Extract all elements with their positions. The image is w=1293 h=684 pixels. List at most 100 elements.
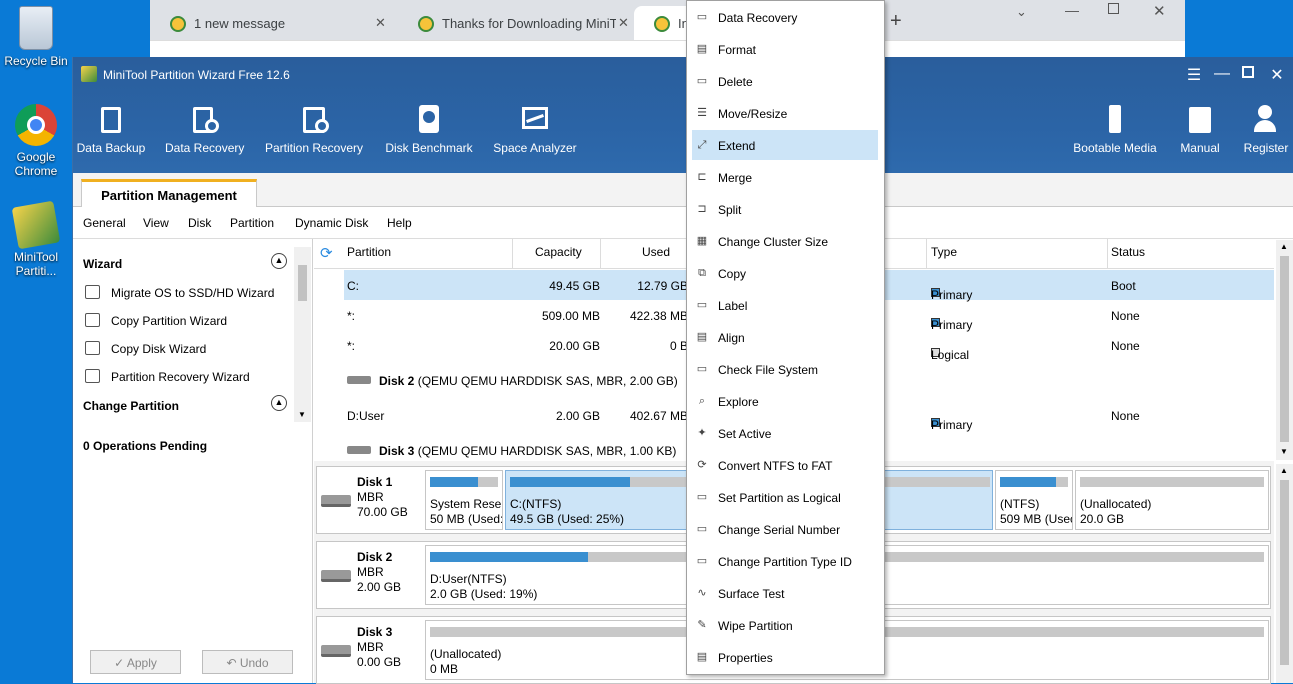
apply-button[interactable]: ✓ Apply <box>90 650 181 674</box>
partition-text: System Reser 50 MB (Used: <box>430 497 503 527</box>
menu-item-move-resize[interactable]: ☰ Move/Resize <box>692 98 878 128</box>
new-tab-button[interactable]: + <box>890 10 902 33</box>
tab-title: 1 new message <box>194 16 286 31</box>
menu-item-copy[interactable]: ⧉ Copy <box>692 258 878 288</box>
chevron-down-icon[interactable]: ⌄ <box>1016 4 1027 20</box>
menu-item-change-partition-type-id[interactable]: ▭ Change Partition Type ID <box>692 546 878 576</box>
menu-item-convert-ntfs-to-fat[interactable]: ⟳ Convert NTFS to FAT <box>692 450 878 480</box>
close-icon[interactable]: ✕ <box>1265 65 1289 85</box>
close-icon[interactable]: ✕ <box>375 15 386 31</box>
disk-info: Disk 1 MBR 70.00 GB <box>357 475 408 520</box>
scrollbar-thumb[interactable] <box>298 265 307 301</box>
scroll-up-icon[interactable]: ▲ <box>1280 242 1288 251</box>
menu-icon[interactable]: ☰ <box>1182 65 1206 85</box>
wizard-item-partition-recovery[interactable]: Partition Recovery Wizard <box>85 369 250 384</box>
scroll-up-icon[interactable]: ▲ <box>1280 466 1288 475</box>
browser-tab[interactable]: Thanks for Downloading MiniToo ✕ <box>398 6 636 40</box>
menu-item-set-partition-as-logical[interactable]: ▭ Set Partition as Logical <box>692 482 878 512</box>
wizard-item-migrate-os[interactable]: Migrate OS to SSD/HD Wizard <box>85 285 274 300</box>
partition-block[interactable]: (Unallocated) 20.0 GB <box>1075 470 1269 530</box>
column-header-partition[interactable]: Partition <box>347 245 391 259</box>
maximize-icon[interactable] <box>1108 3 1119 14</box>
partition-recovery-button[interactable]: Partition Recovery <box>264 105 364 155</box>
column-header-capacity[interactable]: Capacity <box>535 245 582 259</box>
menu-item-check-file-system[interactable]: ▭ Check File System <box>692 354 878 384</box>
manual-button[interactable]: Manual <box>1175 105 1225 155</box>
data-recovery-button[interactable]: Data Recovery <box>165 105 244 155</box>
cell-status: None <box>1111 309 1140 323</box>
tab-partition-management[interactable]: Partition Management <box>81 179 257 208</box>
close-icon[interactable]: ✕ <box>616 15 631 31</box>
collapse-icon[interactable]: ▲ <box>271 253 287 269</box>
bootable-media-button[interactable]: Bootable Media <box>1071 105 1159 155</box>
menu-item-extend[interactable]: ⤢ Extend <box>692 130 878 160</box>
usage-bar <box>1000 477 1068 487</box>
scrollbar-thumb[interactable] <box>1280 256 1289 442</box>
refresh-icon[interactable]: ⟳ <box>320 244 333 262</box>
wizard-item-copy-partition[interactable]: Copy Partition Wizard <box>85 313 227 328</box>
data-backup-button[interactable]: Data Backup <box>76 105 146 155</box>
partition-recovery-icon <box>299 105 329 135</box>
wizard-item-copy-disk[interactable]: Copy Disk Wizard <box>85 341 207 356</box>
minimize-icon[interactable]: — <box>1210 65 1234 83</box>
column-header-status[interactable]: Status <box>1111 245 1145 259</box>
column-divider <box>1107 239 1108 269</box>
menu-item-label[interactable]: ▭ Label <box>692 290 878 320</box>
space-analyzer-button[interactable]: Space Analyzer <box>493 105 577 155</box>
maximize-icon[interactable] <box>1236 65 1260 83</box>
menu-item-change-cluster-size[interactable]: ▦ Change Cluster Size <box>692 226 878 256</box>
menu-item-format[interactable]: ▤ Format <box>692 34 878 64</box>
menu-disk[interactable]: Disk <box>188 216 211 230</box>
menu-item-delete[interactable]: ▭ Delete <box>692 66 878 96</box>
partition-size: 50 MB (Used: <box>430 512 503 526</box>
menu-view[interactable]: View <box>143 216 169 230</box>
scrollbar-thumb[interactable] <box>1280 480 1289 665</box>
menu-item-wipe-partition[interactable]: ✎ Wipe Partition <box>692 610 878 640</box>
menu-item-label: Properties <box>718 651 773 665</box>
menu-item-label: Label <box>718 299 748 313</box>
column-header-type[interactable]: Type <box>931 245 957 259</box>
disk-map-scrollbar[interactable]: ▲ <box>1276 464 1293 683</box>
desktop-icon-minitool[interactable]: MiniTool Partiti... <box>1 200 71 278</box>
menu-item-label: Wipe Partition <box>718 619 793 633</box>
scroll-down-icon[interactable]: ▼ <box>298 410 306 419</box>
column-header-used[interactable]: Used <box>642 245 670 259</box>
wizard-item-label: Copy Disk Wizard <box>111 342 207 356</box>
menu-item-properties[interactable]: ▤ Properties <box>692 642 878 672</box>
collapse-icon[interactable]: ▲ <box>271 395 287 411</box>
register-button[interactable]: Register <box>1238 105 1293 155</box>
cell-capacity: 2.00 GB <box>555 409 600 423</box>
partition-text: (Unallocated) 0 MB <box>430 647 501 677</box>
app-logo-icon <box>81 66 97 82</box>
menu-item-surface-test[interactable]: ∿ Surface Test <box>692 578 878 608</box>
close-icon[interactable]: ✕ <box>1153 2 1166 20</box>
cell-status: Boot <box>1111 279 1136 293</box>
undo-button[interactable]: ↶ Undo <box>202 650 293 674</box>
menu-item-data-recovery[interactable]: ▭ Data Recovery <box>692 2 878 32</box>
disk-icon <box>321 570 351 582</box>
disk-style: MBR <box>357 490 384 504</box>
table-scrollbar[interactable]: ▲ ▼ <box>1276 240 1293 460</box>
menu-help[interactable]: Help <box>387 216 412 230</box>
desktop-icon-chrome[interactable]: Google Chrome <box>1 104 71 178</box>
partition-block[interactable]: System Reser 50 MB (Used: <box>425 470 503 530</box>
partition-block[interactable]: (NTFS) 509 MB (Usec <box>995 470 1073 530</box>
browser-tab[interactable]: 1 new message ✕ <box>150 6 395 40</box>
menu-dynamic-disk[interactable]: Dynamic Disk <box>295 216 368 230</box>
menu-item-merge[interactable]: ⊏ Merge <box>692 162 878 192</box>
menu-item-explore[interactable]: ⌕ Explore <box>692 386 878 416</box>
scroll-down-icon[interactable]: ▼ <box>1280 447 1288 456</box>
menu-partition[interactable]: Partition <box>230 216 274 230</box>
column-divider <box>926 239 927 269</box>
menu-item-split[interactable]: ⊐ Split <box>692 194 878 224</box>
minimize-icon[interactable]: — <box>1065 2 1079 18</box>
menu-item-change-serial-number[interactable]: ▭ Change Serial Number <box>692 514 878 544</box>
browser-tab-active[interactable]: Ins <box>634 6 694 40</box>
left-panel-scrollbar[interactable]: ▼ <box>294 247 311 422</box>
menu-general[interactable]: General <box>83 216 126 230</box>
menu-item-set-active[interactable]: ✦ Set Active <box>692 418 878 448</box>
menu-item-align[interactable]: ▤ Align <box>692 322 878 352</box>
disk-benchmark-button[interactable]: Disk Benchmark <box>384 105 474 155</box>
disk-icon <box>347 376 371 384</box>
desktop-icon-recycle-bin[interactable]: Recycle Bin <box>1 6 71 68</box>
